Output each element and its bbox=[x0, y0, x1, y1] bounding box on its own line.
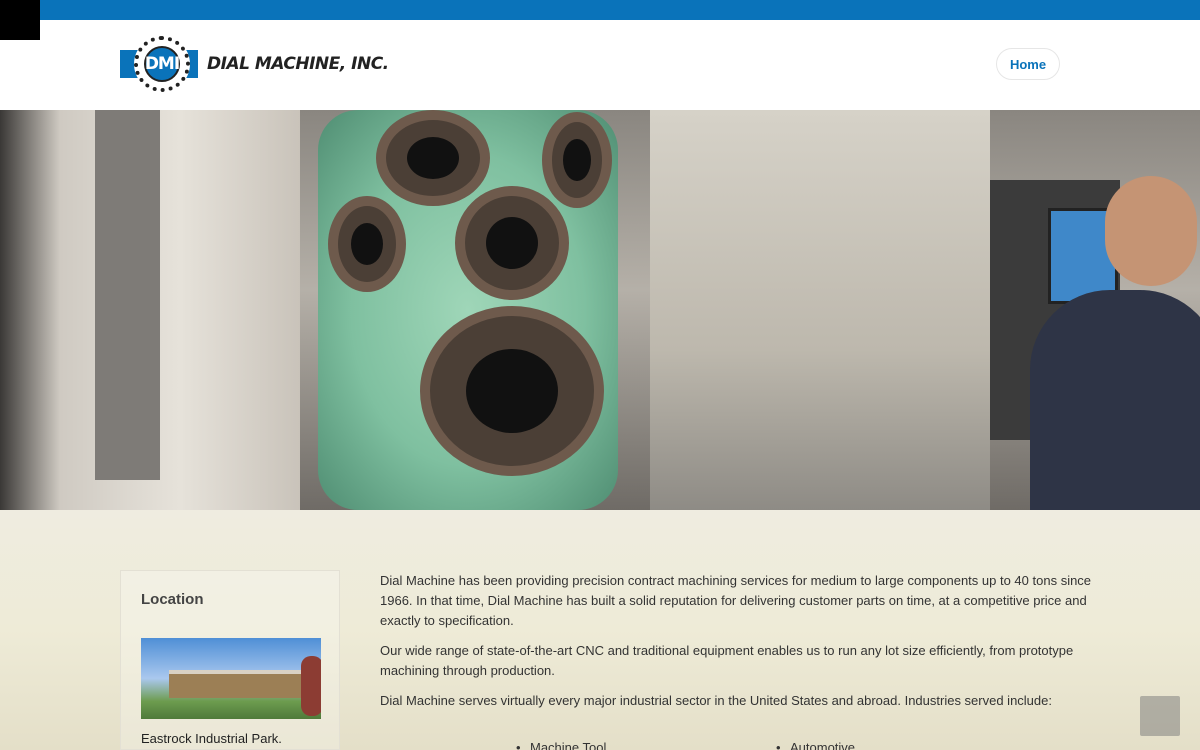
site-header: DMI DIAL MACHINE, INC. Home bbox=[0, 20, 1200, 110]
location-photo-tree bbox=[301, 656, 321, 716]
location-caption: Eastrock Industrial Park. bbox=[141, 731, 282, 746]
hero-flange bbox=[376, 110, 490, 206]
back-to-top-button[interactable] bbox=[1140, 696, 1180, 736]
hero-flange bbox=[328, 196, 406, 292]
top-accent-bar bbox=[0, 0, 1200, 20]
intro-paragraph: Our wide range of state-of-the-art CNC a… bbox=[380, 643, 1074, 678]
hero-banner-image bbox=[0, 110, 1200, 510]
nav-home-link[interactable]: Home bbox=[996, 48, 1060, 80]
hero-flange bbox=[542, 112, 612, 208]
hero-operator bbox=[1030, 290, 1200, 510]
company-logo[interactable]: DMI DIAL MACHINE, INC. bbox=[120, 36, 410, 94]
location-photo-building bbox=[169, 674, 309, 698]
industry-item: Automotive bbox=[776, 740, 855, 750]
intro-paragraph: Dial Machine has been providing precisio… bbox=[380, 573, 1092, 628]
hero-operator-head bbox=[1105, 176, 1197, 286]
location-photo[interactable] bbox=[141, 638, 321, 719]
location-widget: Location Eastrock Industrial Park. bbox=[120, 570, 340, 750]
logo-wordmark: DIAL MACHINE, INC. bbox=[207, 54, 389, 74]
intro-text: Dial Machine has been providing precisio… bbox=[380, 571, 1100, 721]
intro-paragraph: Dial Machine serves virtually every majo… bbox=[380, 693, 1052, 708]
industry-item: Machine Tool bbox=[516, 740, 606, 750]
corner-block bbox=[0, 0, 40, 40]
location-title: Location bbox=[141, 591, 204, 608]
industries-list: Machine Tool Automotive bbox=[514, 740, 1034, 750]
hero-flange bbox=[420, 306, 604, 476]
hero-machine-booth bbox=[650, 110, 990, 510]
logo-mark: DMI bbox=[144, 54, 180, 74]
hero-flange bbox=[455, 186, 569, 300]
hero-machine-post bbox=[95, 110, 160, 480]
